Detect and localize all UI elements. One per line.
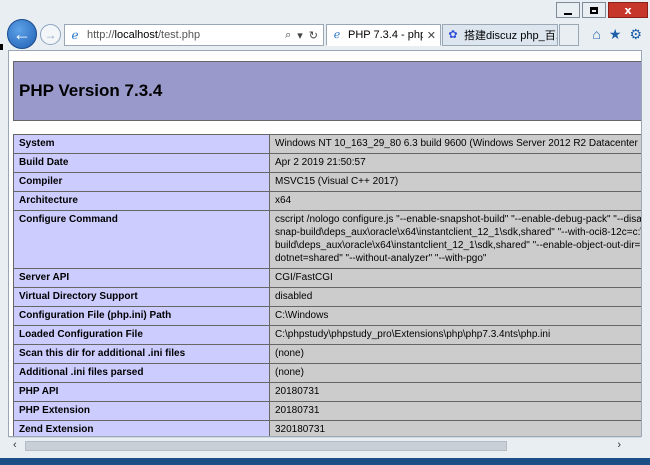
window-edge-marker xyxy=(0,44,3,50)
row-key: Compiler xyxy=(13,172,270,192)
minimize-button[interactable] xyxy=(556,2,580,18)
row-value-line: snap-build\deps_aux\oracle\x64\instantcl… xyxy=(275,227,642,238)
search-icon[interactable]: ⌕ xyxy=(285,29,291,42)
row-key: Zend Extension xyxy=(13,420,270,436)
row-key: System xyxy=(13,134,270,154)
forward-button[interactable]: → xyxy=(40,24,61,45)
chevron-down-icon[interactable]: ▾ xyxy=(297,29,303,42)
row-value: CGI/FastCGI xyxy=(269,268,641,288)
close-button[interactable]: x xyxy=(608,2,648,18)
url-path: /test.php xyxy=(157,29,201,41)
table-row: Loaded Configuration File C:\phpstudy\php… xyxy=(13,325,641,345)
maximize-button[interactable] xyxy=(582,2,606,18)
row-value: 20180731 xyxy=(269,401,641,421)
close-tab-icon[interactable]: ✕ xyxy=(427,29,436,42)
star-icon[interactable]: ★ xyxy=(609,26,622,43)
table-row: Zend Extension 320180731 xyxy=(13,420,641,436)
row-value: cscript /nologo configure.js "--enable-s… xyxy=(269,210,642,269)
row-key: Configure Command xyxy=(13,210,270,269)
row-key: Scan this dir for additional .ini files xyxy=(13,344,270,364)
table-row: Build Date Apr 2 2019 21:50:57 xyxy=(13,153,641,173)
php-header-box: PHP Version 7.3.4 xyxy=(13,61,641,121)
row-value: Windows NT 10_163_29_80 6.3 build 9600 (… xyxy=(269,134,641,154)
url-prefix: http:// xyxy=(87,29,115,41)
tab-label: PHP 7.3.4 - phpi... xyxy=(348,29,423,41)
row-value: C:\Windows xyxy=(269,306,641,326)
row-key: PHP API xyxy=(13,382,270,402)
tab-phpinfo[interactable]: ℯ PHP 7.3.4 - phpi... ✕ xyxy=(326,24,441,46)
address-actions: ⌕ ▾ ↻ xyxy=(285,29,318,42)
scroll-right-icon[interactable]: › xyxy=(617,439,621,451)
forward-arrow-icon: → xyxy=(44,27,57,42)
row-value-line: cscript /nologo configure.js "--enable-s… xyxy=(275,214,642,225)
address-bar[interactable]: ℯ http://localhost/test.php ⌕ ▾ ↻ xyxy=(64,24,324,46)
table-row: Scan this dir for additional .ini files(… xyxy=(13,344,641,364)
table-row: Additional .ini files parsed (none) xyxy=(13,363,641,383)
table-row: Architecture x64 xyxy=(13,191,641,211)
table-row: System Windows NT 10_163_29_80 6.3 build … xyxy=(13,134,641,154)
ie-tab-icon: ℯ xyxy=(333,29,341,41)
browser-window: x ← → ℯ http://localhost/test.php ⌕ ▾ ↻ … xyxy=(0,0,650,458)
row-key: Loaded Configuration File xyxy=(13,325,270,345)
refresh-icon[interactable]: ↻ xyxy=(309,29,318,42)
table-row: Configure Command cscript /nologo configu… xyxy=(13,210,642,269)
address-url[interactable]: http://localhost/test.php xyxy=(87,29,285,41)
table-row: Server API CGI/FastCGI xyxy=(13,268,641,288)
table-row: Configuration File (php.ini) Path C:\Wind… xyxy=(13,306,641,326)
row-value-line: build\deps_aux\oracle\x64\instantclient_… xyxy=(275,240,642,251)
scrollbar-thumb[interactable] xyxy=(25,441,507,451)
row-key: Configuration File (php.ini) Path xyxy=(13,306,270,326)
url-host: localhost xyxy=(114,29,158,41)
row-key: Architecture xyxy=(13,191,270,211)
back-arrow-icon: ← xyxy=(13,23,31,44)
tab-label: 搭建discuz php_百... xyxy=(464,30,557,42)
row-key: Server API xyxy=(13,268,270,288)
php-info-table: System Windows NT 10_163_29_80 6.3 build … xyxy=(13,134,642,436)
row-key: Additional .ini files parsed xyxy=(13,363,270,383)
gear-icon[interactable]: ⚙ xyxy=(629,26,642,43)
table-row: Compiler MSVC15 (Visual C++ 2017) xyxy=(13,172,641,192)
row-value: 320180731 xyxy=(269,420,641,436)
table-row: Virtual Directory Support disabled xyxy=(13,287,641,307)
taskbar xyxy=(0,458,650,465)
row-value: C:\phpstudy\phpstudy_pro\Extensions\php\… xyxy=(269,325,641,345)
row-value-line: dotnet=shared" "--without-analyzer" "--w… xyxy=(275,253,487,264)
back-button[interactable]: ← xyxy=(7,19,37,49)
row-key: Build Date xyxy=(13,153,270,173)
navigation-bar: ← → ℯ http://localhost/test.php ⌕ ▾ ↻ ℯ … xyxy=(0,18,650,50)
ie-page-icon: ℯ xyxy=(71,28,79,42)
row-value: disabled xyxy=(269,287,641,307)
table-row: PHP Extension 20180731 xyxy=(13,401,641,421)
new-tab-button[interactable] xyxy=(559,24,579,46)
row-value: 20180731 xyxy=(269,382,641,402)
tab-discuz[interactable]: ✿ 搭建discuz php_百... xyxy=(442,24,558,46)
row-value: x64 xyxy=(269,191,641,211)
row-key: Virtual Directory Support xyxy=(13,287,270,307)
page-content: PHP Version 7.3.4 System Windows NT 10_16… xyxy=(8,50,642,437)
row-value: (none) xyxy=(269,344,641,364)
table-row: PHP API 20180731 xyxy=(13,382,641,402)
horizontal-scrollbar[interactable]: ‹ › xyxy=(9,437,641,454)
browser-tools: ⌂ ★ ⚙ xyxy=(592,26,642,43)
scroll-left-icon[interactable]: ‹ xyxy=(13,439,17,451)
row-key: PHP Extension xyxy=(13,401,270,421)
row-value: Apr 2 2019 21:50:57 xyxy=(269,153,641,173)
row-value: (none) xyxy=(269,363,641,383)
page-title: PHP Version 7.3.4 xyxy=(13,61,641,121)
home-icon[interactable]: ⌂ xyxy=(592,26,600,43)
row-value: MSVC15 (Visual C++ 2017) xyxy=(269,172,641,192)
baidu-paw-icon: ✿ xyxy=(448,29,458,41)
